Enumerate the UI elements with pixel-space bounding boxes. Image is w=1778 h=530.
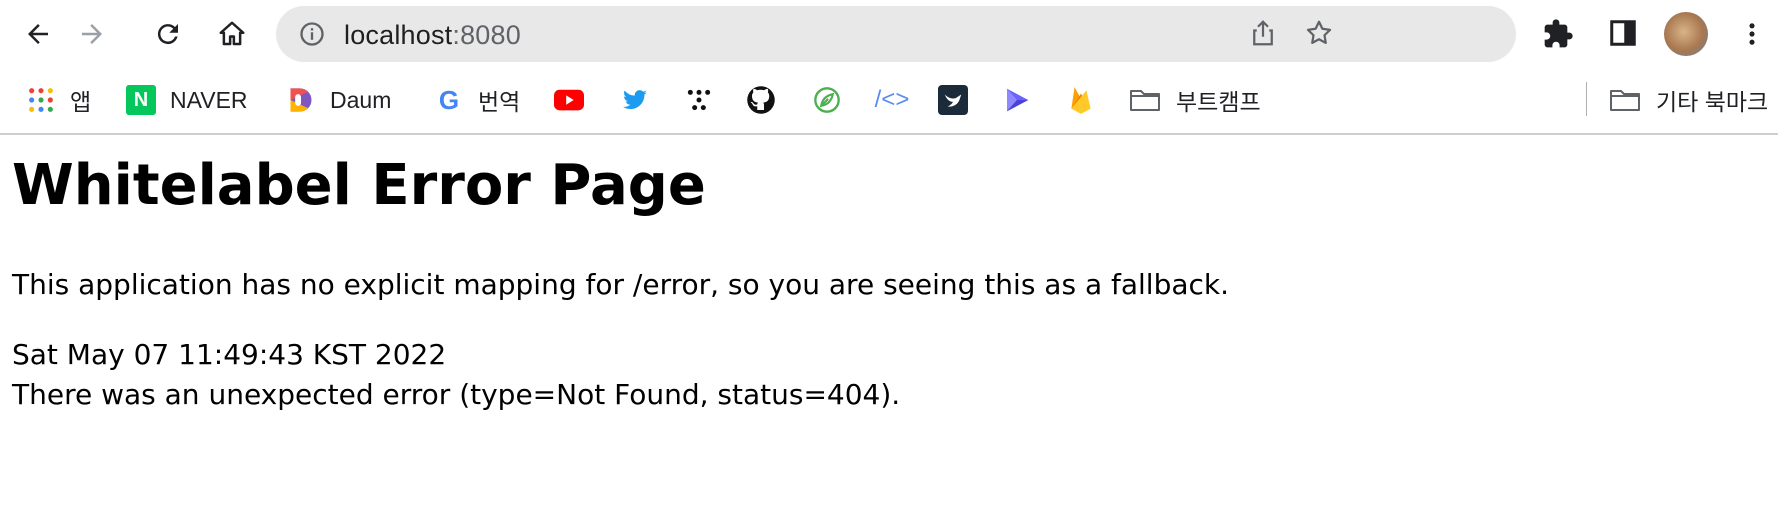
bookmarks-separator	[1586, 82, 1587, 116]
url-host: localhost	[344, 20, 453, 50]
bookmark-bird[interactable]	[938, 80, 982, 120]
bookmark-firebase[interactable]	[1066, 80, 1110, 120]
daum-icon	[286, 85, 316, 115]
code-icon: /<>	[874, 86, 910, 113]
bookmark-dots[interactable]	[684, 80, 728, 120]
share-icon[interactable]	[1248, 18, 1278, 48]
forward-arrow-icon	[82, 24, 102, 44]
star-icon[interactable]	[1304, 18, 1334, 48]
bookmark-play-cube[interactable]	[1002, 80, 1046, 120]
youtube-icon	[554, 85, 584, 115]
reload-icon	[157, 24, 178, 45]
bookmark-label: Daum	[330, 86, 392, 113]
url-port: :8080	[452, 20, 521, 50]
address-bar[interactable]: localhost:8080	[276, 6, 1516, 62]
side-panel-icon[interactable]	[1608, 18, 1638, 48]
back-arrow-icon	[28, 24, 48, 44]
bookmark-label: 부트캠프	[1176, 89, 1261, 115]
apps-grid-icon	[26, 85, 56, 115]
bookmark-daum[interactable]: Daum	[286, 80, 391, 120]
leaf-icon	[812, 85, 842, 115]
folder-icon	[1608, 85, 1642, 115]
folder-icon	[1128, 85, 1162, 115]
bookmark-translate[interactable]: G 번역	[434, 80, 520, 120]
dots-icon	[684, 85, 714, 115]
bookmark-naver[interactable]: N NAVER	[126, 80, 248, 120]
naver-icon: N	[126, 85, 156, 115]
bookmark-github[interactable]	[746, 80, 790, 120]
site-info-icon[interactable]	[298, 20, 326, 48]
bookmark-apps[interactable]: 앱	[26, 80, 91, 120]
bookmark-youtube[interactable]	[554, 80, 598, 120]
toolbar-divider	[0, 133, 1778, 135]
bookmark-label: 번역	[478, 89, 521, 115]
bird-icon	[938, 85, 968, 115]
forward-button[interactable]	[70, 12, 114, 56]
github-icon	[746, 85, 776, 115]
home-button[interactable]	[210, 12, 254, 56]
error-timestamp: Sat May 07 11:49:43 KST 2022	[12, 338, 447, 371]
browser-toolbar: localhost:8080	[0, 0, 1778, 68]
page-title: Whitelabel Error Page	[12, 153, 706, 218]
home-icon	[219, 21, 245, 46]
back-button[interactable]	[16, 12, 60, 56]
bookmark-leaf[interactable]	[812, 80, 856, 120]
reload-button[interactable]	[146, 12, 190, 56]
error-detail: There was an unexpected error (type=Not …	[12, 378, 901, 411]
bookmark-label: NAVER	[170, 86, 248, 113]
bookmark-label: 앱	[70, 89, 92, 115]
bookmark-twitter[interactable]	[620, 80, 664, 120]
bookmark-folder-bootcamp[interactable]: 부트캠프	[1128, 80, 1261, 120]
bookmarks-bar: 앱 N NAVER Daum G 번역 /<> 부트캠프 기타 북마크	[0, 72, 1778, 132]
twitter-icon	[620, 85, 650, 115]
other-bookmarks[interactable]: 기타 북마크	[1608, 80, 1768, 120]
google-icon: G	[438, 84, 460, 115]
profile-avatar[interactable]	[1664, 12, 1708, 56]
bookmark-label: 기타 북마크	[1656, 89, 1769, 115]
error-message: This application has no explicit mapping…	[12, 268, 1230, 301]
firebase-icon	[1066, 85, 1096, 115]
play-cube-icon	[1002, 85, 1032, 115]
url-text[interactable]: localhost:8080	[344, 20, 521, 51]
extensions-icon[interactable]	[1542, 18, 1574, 50]
more-menu-icon[interactable]	[1738, 16, 1766, 52]
bookmark-code[interactable]: /<>	[874, 80, 924, 120]
